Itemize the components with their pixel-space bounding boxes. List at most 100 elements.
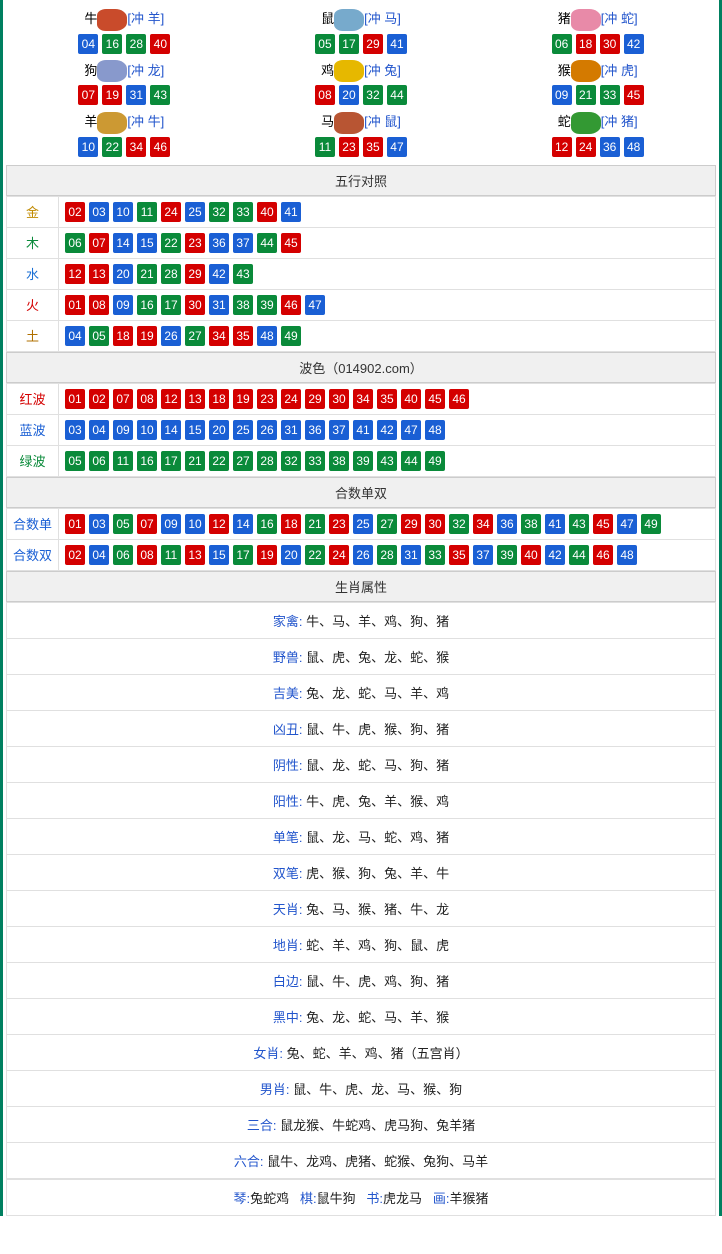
number-ball: 40 bbox=[521, 545, 541, 565]
number-ball: 21 bbox=[305, 514, 325, 534]
table-row: 木06071415222336374445 bbox=[7, 227, 716, 258]
zodiac-name: 牛 bbox=[84, 11, 97, 26]
attr-label: 阳性: bbox=[273, 794, 303, 809]
attr-label: 白边: bbox=[273, 974, 303, 989]
number-ball: 25 bbox=[185, 202, 205, 222]
number-ball: 19 bbox=[102, 85, 122, 105]
number-ball: 40 bbox=[150, 34, 170, 54]
attr-row: 双笔: 虎、猴、狗、兔、羊、牛 bbox=[7, 854, 716, 890]
zodiac-grid: 牛[冲 羊]04162840鼠[冲 马]05172941猪[冲 蛇]061830… bbox=[6, 0, 716, 165]
number-ball: 18 bbox=[576, 34, 596, 54]
number-ball: 07 bbox=[78, 85, 98, 105]
number-ball: 47 bbox=[305, 295, 325, 315]
number-ball: 19 bbox=[233, 389, 253, 409]
attr-label: 单笔: bbox=[273, 830, 303, 845]
row-label: 合数双 bbox=[7, 539, 59, 570]
table-row: 绿波05061116172122272832333839434449 bbox=[7, 445, 716, 476]
number-ball: 35 bbox=[233, 326, 253, 346]
row-label: 水 bbox=[7, 258, 59, 289]
table-row: 合数双0204060811131517192022242628313335373… bbox=[7, 539, 716, 570]
number-ball: 47 bbox=[401, 420, 421, 440]
attr-header: 生肖属性 bbox=[6, 571, 716, 602]
number-ball: 47 bbox=[617, 514, 637, 534]
number-ball: 13 bbox=[185, 545, 205, 565]
number-ball: 41 bbox=[281, 202, 301, 222]
number-ball: 11 bbox=[137, 202, 157, 222]
attr-label: 黑中: bbox=[273, 1010, 303, 1025]
attr-row: 凶丑: 鼠、牛、虎、猴、狗、猪 bbox=[7, 710, 716, 746]
number-ball: 09 bbox=[552, 85, 572, 105]
number-ball: 36 bbox=[497, 514, 517, 534]
footer-value: 兔蛇鸡 bbox=[250, 1191, 289, 1206]
attr-row: 六合: 鼠牛、龙鸡、虎猪、蛇猴、兔狗、马羊 bbox=[7, 1142, 716, 1178]
attr-table: 家禽: 牛、马、羊、鸡、狗、猪野兽: 鼠、虎、兔、龙、蛇、猴吉美: 兔、龙、蛇、… bbox=[6, 602, 716, 1179]
number-ball: 26 bbox=[353, 545, 373, 565]
number-ball: 12 bbox=[161, 389, 181, 409]
number-ball: 41 bbox=[353, 420, 373, 440]
number-ball: 38 bbox=[521, 514, 541, 534]
table-row: 红波0102070812131819232429303435404546 bbox=[7, 383, 716, 414]
attr-value: 牛、马、羊、鸡、狗、猪 bbox=[306, 614, 449, 629]
zodiac-balls: 08203244 bbox=[243, 85, 480, 105]
footer-label: 棋: bbox=[300, 1191, 317, 1206]
zodiac-clash: [冲 兔] bbox=[364, 63, 401, 78]
number-ball: 48 bbox=[425, 420, 445, 440]
number-ball: 31 bbox=[401, 545, 421, 565]
number-ball: 48 bbox=[617, 545, 637, 565]
attr-label: 家禽: bbox=[273, 614, 303, 629]
attr-label: 女肖: bbox=[253, 1046, 283, 1061]
number-ball: 09 bbox=[113, 420, 133, 440]
number-ball: 42 bbox=[377, 420, 397, 440]
attr-row: 地肖: 蛇、羊、鸡、狗、鼠、虎 bbox=[7, 926, 716, 962]
zodiac-name: 蛇 bbox=[558, 114, 571, 129]
number-ball: 22 bbox=[161, 233, 181, 253]
number-ball: 37 bbox=[473, 545, 493, 565]
row-label: 红波 bbox=[7, 383, 59, 414]
attr-value: 鼠、虎、兔、龙、蛇、猴 bbox=[306, 650, 449, 665]
number-ball: 03 bbox=[89, 514, 109, 534]
number-ball: 32 bbox=[363, 85, 383, 105]
number-ball: 33 bbox=[600, 85, 620, 105]
row-numbers: 0108091617303138394647 bbox=[59, 289, 716, 320]
attr-value: 蛇、羊、鸡、狗、鼠、虎 bbox=[306, 938, 449, 953]
number-ball: 34 bbox=[126, 137, 146, 157]
zodiac-icon bbox=[334, 112, 364, 134]
number-ball: 06 bbox=[113, 545, 133, 565]
footer-label: 书: bbox=[366, 1191, 383, 1206]
table-row: 金02031011242532334041 bbox=[7, 196, 716, 227]
number-ball: 09 bbox=[161, 514, 181, 534]
number-ball: 29 bbox=[363, 34, 383, 54]
attr-value: 鼠、牛、虎、猴、狗、猪 bbox=[306, 722, 449, 737]
bose-table: 红波0102070812131819232429303435404546蓝波03… bbox=[6, 383, 716, 477]
attr-label: 凶丑: bbox=[273, 722, 303, 737]
number-ball: 48 bbox=[257, 326, 277, 346]
number-ball: 01 bbox=[65, 295, 85, 315]
attr-value: 鼠、牛、虎、鸡、狗、猪 bbox=[306, 974, 449, 989]
number-ball: 13 bbox=[89, 264, 109, 284]
attr-label: 六合: bbox=[234, 1154, 264, 1169]
attr-label: 阴性: bbox=[273, 758, 303, 773]
table-row: 蓝波03040910141520252631363741424748 bbox=[7, 414, 716, 445]
number-ball: 05 bbox=[65, 451, 85, 471]
number-ball: 08 bbox=[315, 85, 335, 105]
number-ball: 31 bbox=[126, 85, 146, 105]
zodiac-balls: 05172941 bbox=[243, 34, 480, 54]
zodiac-icon bbox=[571, 112, 601, 134]
number-ball: 35 bbox=[377, 389, 397, 409]
number-ball: 44 bbox=[401, 451, 421, 471]
number-ball: 39 bbox=[497, 545, 517, 565]
number-ball: 39 bbox=[257, 295, 277, 315]
heshu-table: 合数单0103050709101214161821232527293032343… bbox=[6, 508, 716, 571]
number-ball: 44 bbox=[569, 545, 589, 565]
wuxing-header: 五行对照 bbox=[6, 165, 716, 196]
attr-row: 阴性: 鼠、龙、蛇、马、狗、猪 bbox=[7, 746, 716, 782]
zodiac-icon bbox=[571, 9, 601, 31]
number-ball: 11 bbox=[161, 545, 181, 565]
zodiac-name: 羊 bbox=[84, 114, 97, 129]
number-ball: 46 bbox=[449, 389, 469, 409]
zodiac-clash: [冲 鼠] bbox=[364, 114, 401, 129]
number-ball: 27 bbox=[233, 451, 253, 471]
table-row: 合数单0103050709101214161821232527293032343… bbox=[7, 508, 716, 539]
number-ball: 30 bbox=[329, 389, 349, 409]
number-ball: 35 bbox=[363, 137, 383, 157]
